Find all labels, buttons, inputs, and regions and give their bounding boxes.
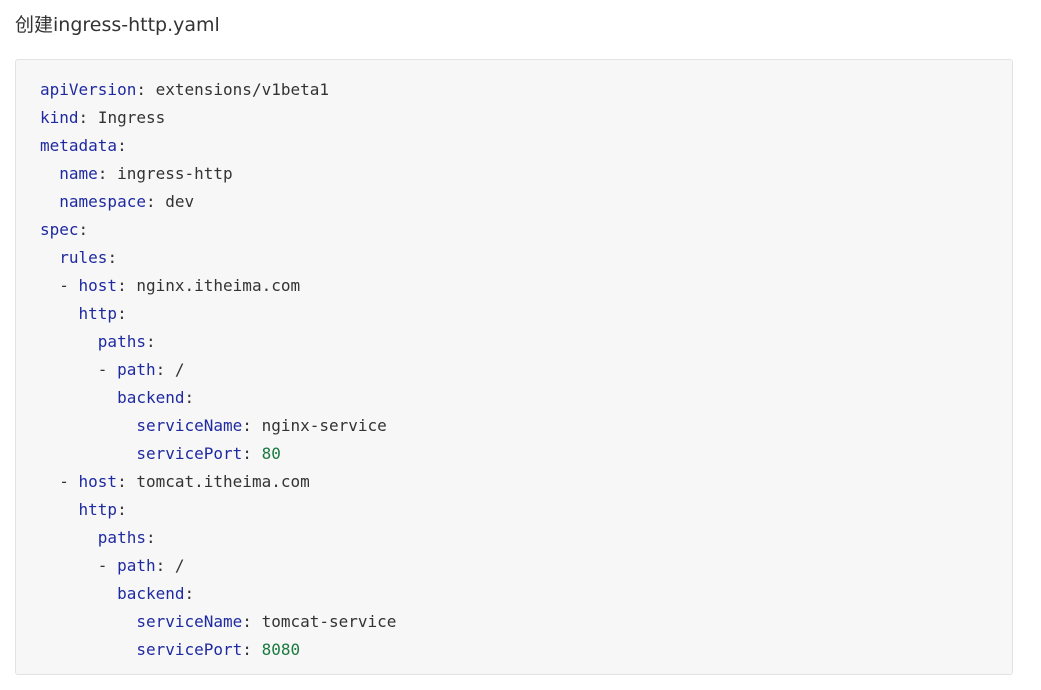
- yaml-colon: :: [184, 388, 195, 407]
- yaml-colon: :: [117, 304, 127, 323]
- yaml-colon: :: [145, 192, 156, 211]
- code-line: serviceName: nginx-service: [40, 412, 396, 440]
- code-line: kind: Ingress: [40, 104, 396, 132]
- code-line: rules:: [40, 244, 396, 272]
- code-line: - path: /: [40, 552, 396, 580]
- yaml-key: paths: [97, 332, 146, 351]
- list-dash: -: [59, 276, 79, 295]
- code-line: name: ingress-http: [40, 160, 396, 188]
- list-dash: -: [97, 360, 118, 379]
- yaml-colon: :: [78, 220, 89, 239]
- yaml-value: /: [174, 360, 185, 379]
- yaml-key: serviceName: [136, 612, 243, 631]
- code-line: backend:: [40, 384, 396, 412]
- yaml-value: tomcat.itheima.com: [136, 472, 310, 491]
- code-line: paths:: [40, 328, 396, 356]
- yaml-colon: :: [145, 332, 156, 351]
- yaml-key: paths: [97, 528, 146, 547]
- list-dash: -: [97, 556, 118, 575]
- yaml-key: metadata: [40, 136, 118, 155]
- code-line: http:: [40, 300, 396, 328]
- yaml-key: host: [78, 472, 118, 491]
- code-line: servicePort: 8080: [40, 636, 396, 664]
- code-line: - path: /: [40, 356, 396, 384]
- yaml-key: path: [117, 360, 156, 379]
- code-line: namespace: dev: [40, 188, 396, 216]
- yaml-key: name: [59, 164, 98, 183]
- yaml-colon: :: [117, 136, 127, 155]
- yaml-colon: :: [242, 444, 252, 463]
- yaml-value: dev: [165, 192, 195, 211]
- yaml-colon: :: [78, 108, 89, 127]
- list-dash: -: [59, 472, 79, 491]
- code-line: - host: tomcat.itheima.com: [40, 468, 396, 496]
- yaml-value: ingress-http: [117, 164, 233, 183]
- yaml-colon: :: [242, 416, 252, 435]
- yaml-number-value: 80: [261, 444, 281, 463]
- code-line: paths:: [40, 524, 396, 552]
- yaml-number-value: 8080: [261, 640, 301, 659]
- yaml-key: host: [78, 276, 118, 295]
- yaml-key: path: [117, 556, 156, 575]
- yaml-colon: :: [184, 584, 195, 603]
- code-line: apiVersion: extensions/v1beta1: [40, 76, 396, 104]
- code-line: serviceName: tomcat-service: [40, 608, 396, 636]
- yaml-colon: :: [155, 556, 166, 575]
- yaml-key: http: [78, 500, 118, 519]
- yaml-colon: :: [136, 80, 146, 99]
- yaml-key: apiVersion: [40, 80, 137, 99]
- page-title: 创建ingress-http.yaml: [15, 14, 220, 36]
- yaml-key: http: [78, 304, 118, 323]
- yaml-colon: :: [242, 640, 252, 659]
- yaml-key: spec: [40, 220, 79, 239]
- code-line: http:: [40, 496, 396, 524]
- yaml-colon: :: [97, 164, 108, 183]
- yaml-key: backend: [117, 584, 185, 603]
- yaml-colon: :: [117, 500, 127, 519]
- yaml-key: serviceName: [136, 416, 243, 435]
- code-line: spec:: [40, 216, 396, 244]
- code-line: metadata:: [40, 132, 396, 160]
- yaml-value: extensions/v1beta1: [155, 80, 329, 99]
- yaml-key: backend: [117, 388, 185, 407]
- yaml-key: kind: [40, 108, 79, 127]
- code-block[interactable]: apiVersion: extensions/v1beta1 kind: Ingr…: [15, 59, 1013, 675]
- code-line: - host: nginx.itheima.com: [40, 272, 396, 300]
- code-lines: apiVersion: extensions/v1beta1 kind: Ingr…: [40, 76, 396, 664]
- yaml-key: servicePort: [136, 640, 243, 659]
- yaml-value: nginx.itheima.com: [136, 276, 301, 295]
- yaml-key: namespace: [59, 192, 146, 211]
- yaml-colon: :: [145, 528, 156, 547]
- code-line: backend:: [40, 580, 396, 608]
- yaml-colon: :: [242, 612, 252, 631]
- yaml-colon: :: [107, 248, 118, 267]
- yaml-key: servicePort: [136, 444, 243, 463]
- yaml-colon: :: [117, 276, 127, 295]
- yaml-key: rules: [59, 248, 108, 267]
- yaml-value: Ingress: [97, 108, 166, 127]
- yaml-colon: :: [155, 360, 166, 379]
- yaml-value: tomcat-service: [261, 612, 397, 631]
- yaml-value: nginx-service: [261, 416, 387, 435]
- code-line: servicePort: 80: [40, 440, 396, 468]
- yaml-colon: :: [117, 472, 127, 491]
- yaml-value: /: [174, 556, 185, 575]
